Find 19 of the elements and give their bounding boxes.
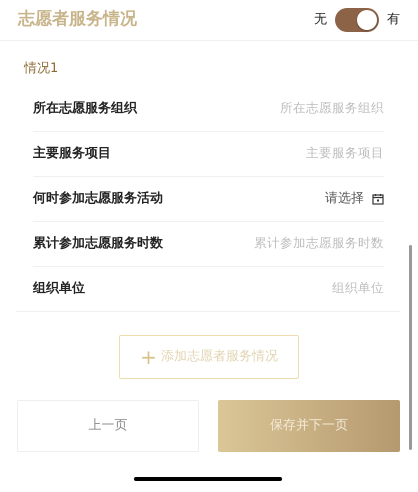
calendar-icon: [372, 192, 384, 204]
input-field[interactable]: 所在志愿服务组织: [214, 99, 384, 118]
section-title: 志愿者服务情况: [18, 8, 137, 32]
input-field[interactable]: 主要服务项目: [214, 144, 384, 163]
toggle-label: 有: [387, 11, 400, 30]
field-label: 主要服务项目: [33, 144, 112, 163]
field-label: 组织单位: [33, 280, 86, 298]
date-picker[interactable]: 请选择: [325, 188, 384, 208]
field-label: 累计参加志愿服务时数: [33, 234, 164, 253]
entry-title: 情况1: [22, 60, 60, 78]
input-field[interactable]: 组织单位: [214, 279, 384, 298]
toggle-switch[interactable]: [335, 8, 379, 32]
input-field[interactable]: 累计参加志愿服务时数: [214, 234, 384, 253]
field-label: 所在志愿服务组织: [33, 100, 138, 118]
previous-button[interactable]: 上一页: [17, 400, 199, 452]
plus-icon: +: [140, 346, 157, 366]
save-next-button[interactable]: 保存并下一页: [218, 400, 400, 452]
field-label: 何时参加志愿服务活动: [33, 190, 164, 208]
toggle-label: 无: [314, 11, 327, 30]
